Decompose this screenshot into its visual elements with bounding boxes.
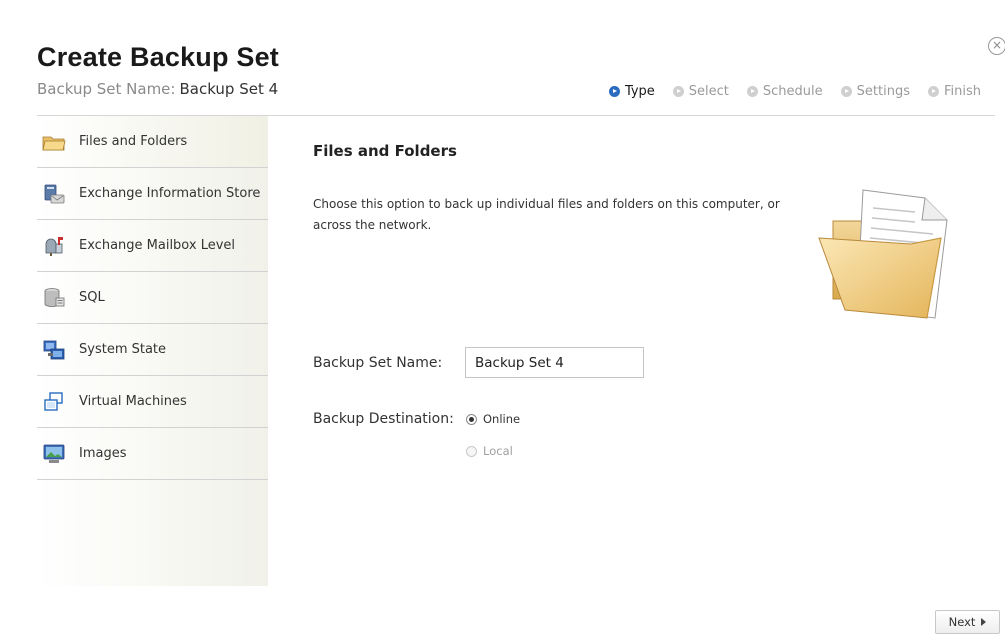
database-icon — [41, 287, 67, 309]
exchange-store-icon — [41, 183, 67, 205]
sidebar-item-sql[interactable]: SQL — [37, 272, 268, 324]
radio-label: Local — [483, 444, 513, 458]
backup-set-name-input[interactable] — [465, 347, 644, 378]
step-arrow-icon — [746, 86, 758, 97]
images-icon — [41, 443, 67, 465]
wizard-steps: Type Select Schedule Settings Finish — [608, 84, 981, 99]
step-finish: Finish — [927, 84, 981, 99]
step-label: Schedule — [762, 84, 823, 99]
system-state-icon — [41, 339, 67, 361]
step-arrow-icon — [608, 86, 620, 97]
arrow-right-icon — [981, 618, 987, 626]
sidebar-item-system-state[interactable]: System State — [37, 324, 268, 376]
step-label: Type — [624, 84, 655, 99]
subtitle: Backup Set Name: Backup Set 4 — [37, 80, 278, 98]
step-label: Finish — [943, 84, 981, 99]
sidebar-item-virtual-machines[interactable]: Virtual Machines — [37, 376, 268, 428]
panel-title: Files and Folders — [313, 142, 457, 160]
step-settings: Settings — [840, 84, 910, 99]
close-icon[interactable]: × — [988, 37, 1005, 55]
destination-local-radio[interactable]: Local — [466, 444, 513, 458]
step-arrow-icon — [927, 86, 939, 97]
mailbox-icon — [41, 235, 67, 257]
subtitle-value: Backup Set 4 — [179, 80, 279, 98]
sidebar-item-label: Exchange Information Store — [79, 186, 261, 201]
step-arrow-icon — [672, 86, 684, 97]
folder-illustration-icon — [815, 186, 960, 330]
step-select: Select — [672, 84, 729, 99]
radio-checked-icon — [466, 413, 477, 425]
step-label: Select — [688, 84, 729, 99]
step-schedule: Schedule — [746, 84, 823, 99]
backup-type-sidebar: Files and Folders Exchange Information S… — [37, 116, 268, 586]
step-arrow-icon — [840, 86, 852, 97]
panel-description: Choose this option to back up individual… — [313, 197, 780, 232]
destination-online-radio[interactable]: Online — [466, 412, 520, 426]
sidebar-item-label: Files and Folders — [79, 134, 188, 149]
sidebar-item-label: Images — [79, 446, 127, 461]
sidebar-item-files-and-folders[interactable]: Files and Folders — [37, 116, 268, 168]
sidebar-item-exchange-mailbox-level[interactable]: Exchange Mailbox Level — [37, 220, 268, 272]
backup-set-name-label: Backup Set Name: — [313, 355, 443, 371]
sidebar-item-images[interactable]: Images — [37, 428, 268, 480]
sidebar-item-label: SQL — [79, 290, 105, 305]
radio-label: Online — [483, 412, 521, 426]
next-button-label: Next — [948, 615, 976, 629]
sidebar-item-label: Exchange Mailbox Level — [79, 238, 236, 253]
virtual-machines-icon — [41, 391, 67, 413]
radio-unchecked-icon — [466, 445, 477, 457]
subtitle-label: Backup Set Name: — [37, 80, 176, 98]
sidebar-item-exchange-information-store[interactable]: Exchange Information Store — [37, 168, 268, 220]
backup-destination-label: Backup Destination: — [313, 411, 454, 427]
step-label: Settings — [856, 84, 910, 99]
step-type: Type — [608, 84, 655, 99]
dialog-title: Create Backup Set — [37, 42, 279, 72]
sidebar-item-label: Virtual Machines — [79, 394, 187, 409]
folder-icon — [41, 131, 67, 153]
next-button[interactable]: Next — [935, 610, 1000, 634]
sidebar-item-label: System State — [79, 342, 167, 357]
